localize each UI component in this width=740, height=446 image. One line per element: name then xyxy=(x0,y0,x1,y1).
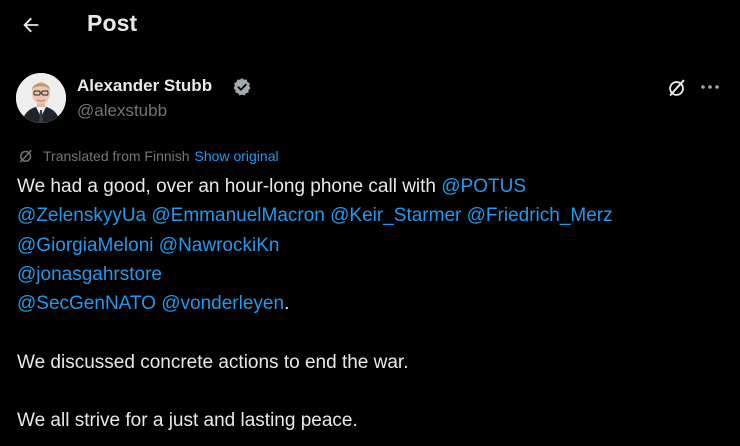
translation-note: Translated from Finnish Show original xyxy=(17,147,279,165)
post-text-segment: We had a good, over an hour-long phone c… xyxy=(17,176,442,197)
more-horizontal-icon xyxy=(701,85,719,89)
paragraph-break xyxy=(17,318,723,347)
post-line: @SecGenNATO @vonderleyen. xyxy=(17,289,723,318)
mention-link[interactable]: @Friedrich_Merz xyxy=(467,205,613,226)
mention-link[interactable]: @ZelenskyyUa xyxy=(17,205,146,226)
post-line: @ZelenskyyUa @EmmanuelMacron @Keir_Starm… xyxy=(17,201,723,230)
post-text: We had a good, over an hour-long phone c… xyxy=(17,172,723,436)
author-handle[interactable]: @alexstubb xyxy=(77,101,167,121)
post-paragraph: We discussed concrete actions to end the… xyxy=(17,351,409,373)
back-button[interactable] xyxy=(14,8,48,42)
post-line: @jonasgahrstore xyxy=(17,260,723,289)
post-text-segment: . xyxy=(284,293,290,315)
author-name[interactable]: Alexander Stubb xyxy=(77,76,212,96)
mention-link[interactable]: @NawrockiKn xyxy=(159,235,280,256)
mention-link[interactable]: @SecGenNATO xyxy=(17,293,156,314)
more-options-button[interactable] xyxy=(696,75,724,99)
top-bar: Post xyxy=(0,0,740,52)
arrow-left-icon xyxy=(23,17,39,33)
post-paragraph: We all strive for a just and lasting pea… xyxy=(17,410,358,432)
paragraph-break xyxy=(17,377,723,406)
profile-photo xyxy=(16,73,66,123)
mention-link[interactable]: @jonasgahrstore xyxy=(17,264,162,285)
post-line: We had a good, over an hour-long phone c… xyxy=(17,172,723,201)
verified-badge-icon xyxy=(233,78,251,96)
translate-icon xyxy=(20,150,32,163)
mention-link[interactable]: @vonderleyen xyxy=(161,293,284,314)
page-title: Post xyxy=(87,10,138,36)
avatar[interactable] xyxy=(16,73,66,123)
translation-label: Translated from Finnish xyxy=(43,148,190,164)
grok-icon xyxy=(669,79,685,96)
mention-link[interactable]: @EmmanuelMacron xyxy=(151,205,324,226)
show-original-link[interactable]: Show original xyxy=(195,148,279,164)
mention-link[interactable]: @Keir_Starmer xyxy=(330,205,461,226)
mention-link[interactable]: @POTUS xyxy=(441,176,526,197)
grok-button[interactable] xyxy=(664,75,690,101)
post-line: @GiorgiaMeloni @NawrockiKn xyxy=(17,231,723,260)
mention-link[interactable]: @GiorgiaMeloni xyxy=(17,235,154,256)
